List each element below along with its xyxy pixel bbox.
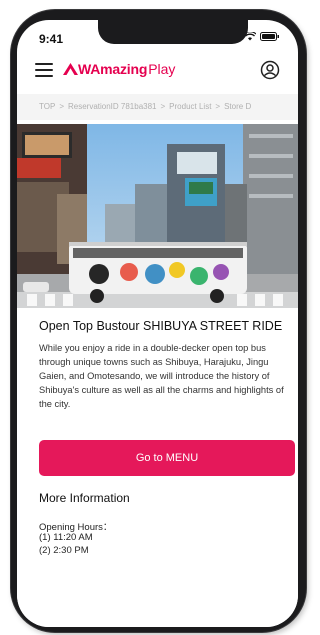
breadcrumb-product-list[interactable]: Product List — [169, 102, 211, 111]
user-account-icon[interactable] — [260, 60, 280, 80]
breadcrumb-separator: > — [59, 102, 64, 111]
breadcrumb-store[interactable]: Store D — [224, 102, 251, 111]
breadcrumb-separator: > — [215, 102, 221, 111]
breadcrumb: TOP > ReservationID 781ba381 > Product List >… — [17, 94, 298, 120]
breadcrumb-reservation[interactable]: ReservationID 781ba381 — [68, 102, 157, 111]
product-content: Open Top Bustour SHIBUYA STREET RIDE Whi… — [39, 318, 285, 411]
product-hero-image — [17, 124, 298, 308]
opening-hour-item: (1) 11:20 AM — [39, 532, 93, 543]
product-title: Open Top Bustour SHIBUYA STREET RIDE — [39, 319, 283, 333]
battery-icon — [260, 32, 279, 41]
phone-notch — [98, 20, 248, 44]
breadcrumb-separator: > — [160, 102, 166, 111]
go-to-menu-button[interactable]: Go to MENU — [39, 440, 295, 476]
opening-hours-label: Opening Hours： — [39, 522, 113, 533]
wamazing-play-logo[interactable]: WAmazing Play — [63, 61, 175, 77]
app-header: WAmazing Play — [17, 52, 298, 90]
status-time: 9:41 — [39, 32, 64, 46]
product-description: While you enjoy a ride in a double-decke… — [39, 343, 284, 409]
hamburger-menu-icon[interactable] — [35, 63, 53, 77]
more-information-heading: More Information — [39, 491, 130, 505]
wamazing-a-logo-icon — [63, 63, 78, 75]
logo-text-wamazing: WAmazing — [78, 61, 148, 77]
bottom-fade-overlay — [17, 550, 298, 627]
shibuya-bus-photo — [17, 124, 298, 308]
breadcrumb-top[interactable]: TOP — [39, 102, 55, 111]
logo-text-play: Play — [148, 61, 176, 77]
app-screen: 9:41 WAmazing Play TOP > ReservationID 7… — [17, 20, 298, 627]
